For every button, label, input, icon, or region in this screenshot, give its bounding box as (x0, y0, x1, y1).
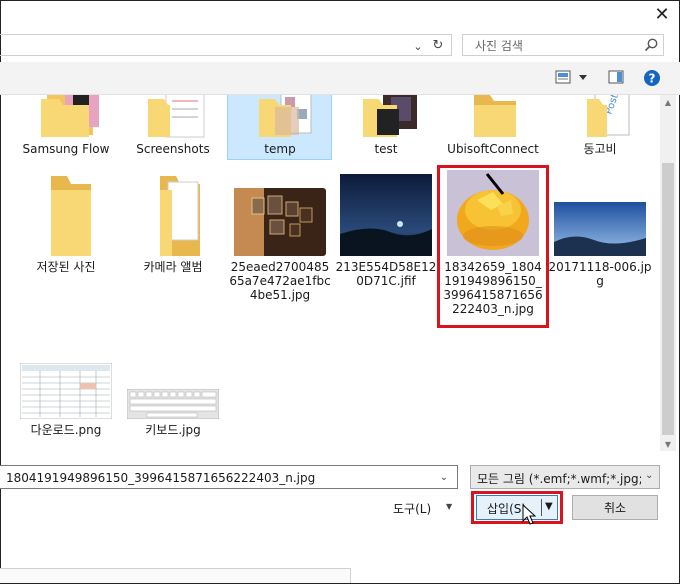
tools-button[interactable]: 도구(L) (393, 500, 431, 517)
scroll-down-arrow-icon[interactable]: ▼ (660, 437, 676, 451)
image-thumbnail (20, 363, 112, 419)
filetype-value: 모든 그림 (*.emf;*.wmf;*.jpg;*. (477, 472, 641, 486)
folder-icon (363, 95, 417, 137)
tools-chevron-down-icon[interactable]: ▼ (446, 502, 452, 511)
insert-button[interactable]: 삽입(S) ▼ (476, 495, 558, 520)
file-label: 저장된 사진 (36, 260, 96, 274)
view-mode-icon[interactable] (555, 70, 571, 84)
folder-icon (259, 95, 312, 137)
folder-icon (51, 176, 91, 256)
scroll-up-arrow-icon[interactable]: ▲ (660, 95, 676, 109)
address-chevron-down-icon[interactable]: ⌄ (410, 38, 426, 54)
file-label: 동고비 (583, 142, 617, 156)
filetype-chevron-down-icon: ⌄ (645, 470, 654, 481)
file-label: 키보드.jpg (145, 423, 201, 437)
view-menu-chevron-down-icon[interactable] (578, 74, 588, 82)
file-label: 다운로드.png (30, 423, 102, 437)
close-icon: ✕ (654, 3, 670, 25)
scrollbar-thumb[interactable] (662, 163, 674, 435)
help-icon[interactable]: ? (643, 69, 661, 87)
insert-split-divider (541, 499, 542, 516)
folder-icon (41, 95, 99, 137)
file-label: 25eaed270048565a7e472ae1fbc4be51.jpg (229, 260, 331, 302)
filename-field[interactable] (0, 465, 458, 489)
image-thumbnail (234, 188, 326, 256)
preview-pane-icon[interactable] (608, 70, 624, 84)
search-box[interactable] (462, 34, 664, 56)
file-label: temp (264, 142, 296, 156)
file-list[interactable]: Samsung Flow Screenshots temp test Ubiso… (0, 95, 660, 451)
file-label: 213E554D58E120D71C.jfif (335, 260, 437, 288)
bottom-strip (0, 568, 351, 583)
folder-icon (160, 176, 200, 256)
close-button[interactable]: ✕ (648, 2, 676, 26)
folder-icon: Post (587, 95, 630, 137)
search-input[interactable] (473, 37, 637, 55)
filename-chevron-down-icon[interactable]: ⌄ (436, 470, 452, 484)
file-label: test (374, 142, 398, 156)
address-bar[interactable] (0, 34, 452, 56)
image-thumbnail (447, 170, 539, 256)
filetype-select[interactable]: 모든 그림 (*.emf;*.wmf;*.jpg;*. ⌄ (470, 465, 660, 489)
folder-icon (474, 95, 516, 137)
search-icon[interactable] (643, 37, 659, 53)
insert-button-label: 삽입(S) (487, 502, 527, 516)
file-label: 20171118-006.jpg (548, 260, 652, 288)
insert-dropdown-icon[interactable]: ▼ (545, 501, 553, 512)
file-label: UbisoftConnect (447, 142, 539, 156)
filename-input[interactable] (4, 469, 428, 487)
file-label: 카메라 앨범 (143, 260, 203, 274)
svg-text:?: ? (649, 72, 656, 86)
file-label: Screenshots (136, 142, 210, 156)
file-label: Samsung Flow (22, 142, 110, 156)
file-label: 18342659_1804191949896150_39964158716562… (443, 260, 543, 316)
refresh-icon[interactable]: ↻ (428, 36, 448, 54)
image-thumbnail (554, 202, 646, 256)
image-thumbnail (127, 389, 219, 419)
cancel-button[interactable]: 취소 (572, 495, 658, 520)
image-thumbnail (340, 174, 432, 256)
folder-icon (148, 95, 205, 138)
mouse-cursor-icon (522, 504, 537, 525)
